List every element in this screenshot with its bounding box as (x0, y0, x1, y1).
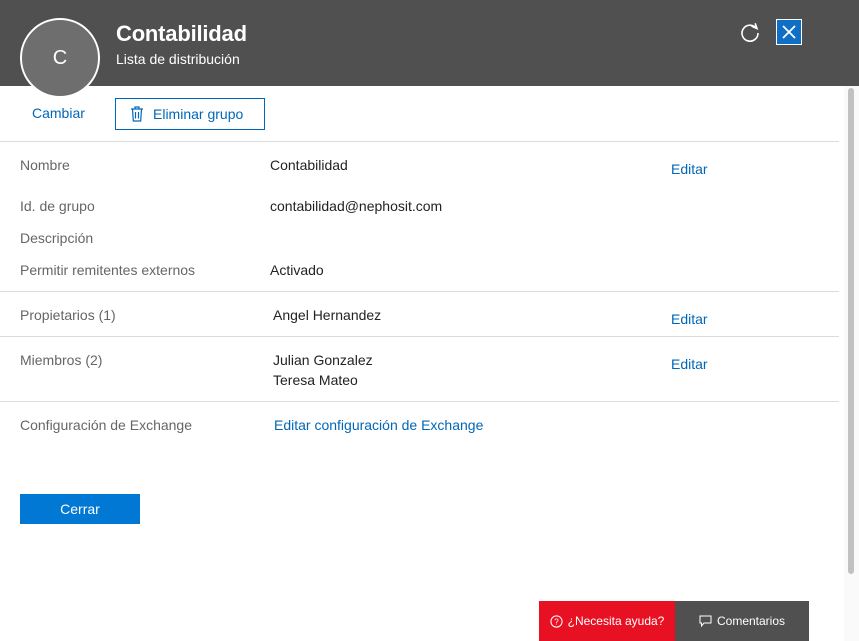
feedback-button[interactable]: Comentarios (675, 601, 809, 641)
change-link[interactable]: Cambiar (32, 105, 85, 121)
exchange-label: Configuración de Exchange (20, 417, 193, 433)
delete-group-button[interactable]: Eliminar grupo (115, 98, 265, 130)
owners-label: Propietarios (1) (20, 307, 116, 323)
member-name: Julian Gonzalez (273, 352, 373, 368)
divider (0, 401, 839, 402)
name-value: Contabilidad (270, 157, 348, 173)
edit-members-link[interactable]: Editar (671, 356, 708, 372)
members-label: Miembros (2) (20, 352, 103, 368)
close-button[interactable] (776, 19, 802, 45)
question-circle-icon: ? (550, 614, 563, 628)
avatar: C (20, 18, 100, 98)
cerrar-button[interactable]: Cerrar (20, 494, 140, 524)
edit-owners-link[interactable]: Editar (671, 311, 708, 327)
divider (0, 141, 839, 142)
feedback-label: Comentarios (716, 614, 786, 628)
group-id-value: contabilidad@nephosit.com (270, 198, 443, 214)
trash-icon (131, 106, 143, 122)
description-label: Descripción (20, 230, 94, 246)
scrollbar-thumb[interactable] (848, 88, 854, 574)
external-senders-value: Activado (270, 262, 324, 278)
group-id-label: Id. de grupo (20, 198, 95, 214)
member-name: Teresa Mateo (273, 372, 358, 388)
refresh-button[interactable] (738, 21, 762, 45)
help-label: ¿Necesita ayuda? (567, 614, 665, 628)
close-icon (782, 25, 796, 39)
edit-name-link[interactable]: Editar (671, 161, 708, 177)
speech-bubble-icon (699, 615, 712, 627)
page-title: Contabilidad (116, 21, 247, 46)
owner-name: Angel Hernandez (273, 307, 382, 323)
divider (0, 336, 839, 337)
page-subtitle: Lista de distribución (116, 51, 240, 67)
divider (0, 291, 839, 292)
edit-exchange-link[interactable]: Editar configuración de Exchange (274, 417, 483, 433)
svg-text:?: ? (554, 617, 559, 626)
delete-group-label: Eliminar grupo (153, 106, 244, 122)
name-label: Nombre (20, 157, 70, 173)
external-senders-label: Permitir remitentes externos (20, 262, 196, 278)
help-button[interactable]: ? ¿Necesita ayuda? (539, 601, 675, 641)
refresh-icon (741, 22, 759, 42)
avatar-letter: C (52, 46, 68, 69)
